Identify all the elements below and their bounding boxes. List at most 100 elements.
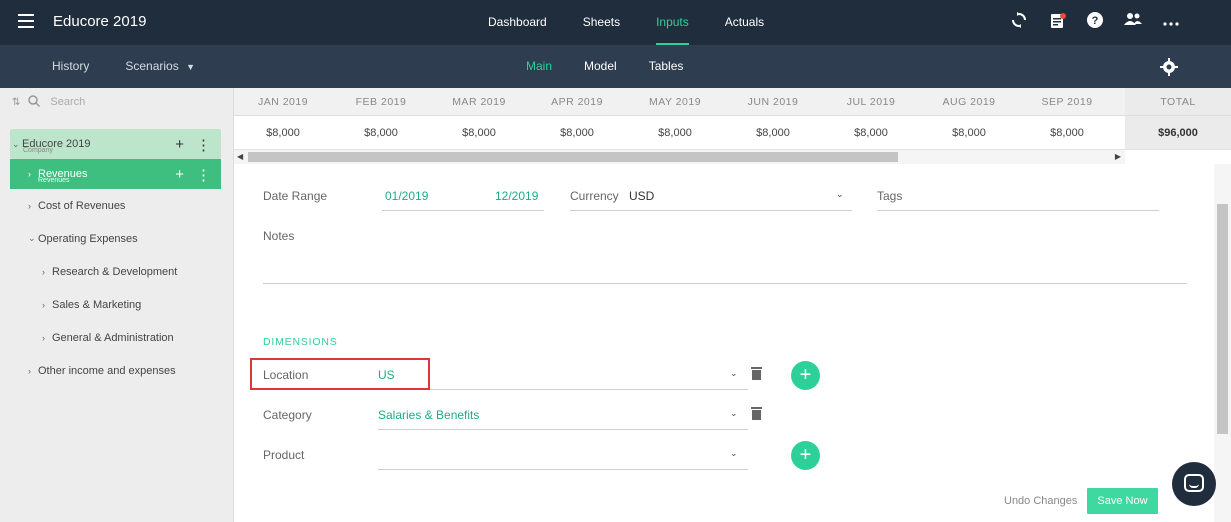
date-to-input[interactable]: 12/2019 bbox=[495, 189, 538, 203]
nav-inputs[interactable]: Inputs bbox=[638, 0, 707, 45]
tree-item-sales-marketing[interactable]: › Sales & Marketing bbox=[0, 288, 233, 321]
divider bbox=[382, 210, 544, 211]
date-range-label: Date Range bbox=[263, 189, 328, 203]
chevron-right-icon[interactable]: › bbox=[28, 366, 38, 376]
tree-item-label: Research & Development bbox=[52, 265, 178, 278]
tree-item-company[interactable]: ⌄ Educore 2019 Company + ⋮ bbox=[10, 129, 221, 159]
tree-item-general-administration[interactable]: › General & Administration bbox=[0, 321, 233, 354]
nav-dashboard[interactable]: Dashboard bbox=[470, 0, 565, 45]
undo-changes-button[interactable]: Undo Changes bbox=[1004, 495, 1077, 507]
scrollbar-thumb[interactable] bbox=[248, 152, 898, 162]
month-value-cell[interactable]: $8,000 bbox=[528, 116, 626, 150]
month-value-cell[interactable]: $8,000 bbox=[822, 116, 920, 150]
month-value-cell[interactable]: $8,000 bbox=[430, 116, 528, 150]
tree-item-label: Other income and expenses bbox=[38, 364, 176, 377]
notification-dot bbox=[1060, 13, 1066, 19]
month-value-cell[interactable]: $8,000 bbox=[234, 116, 332, 150]
month-value-cell[interactable]: $8,000 bbox=[332, 116, 430, 150]
notes-input[interactable] bbox=[263, 283, 1187, 284]
add-icon[interactable]: + bbox=[175, 166, 184, 184]
product-label: Product bbox=[263, 448, 305, 462]
scenarios-label: Scenarios bbox=[125, 59, 179, 73]
month-header: FEB 2019 bbox=[355, 96, 407, 108]
more-icon[interactable] bbox=[1161, 12, 1181, 32]
tree-item-label: Operating Expenses bbox=[38, 232, 138, 245]
tree-item-other-income[interactable]: › Other income and expenses bbox=[0, 354, 233, 387]
help-icon[interactable]: ? bbox=[1085, 12, 1105, 32]
sidebar-search[interactable]: ⇅ Search bbox=[0, 88, 233, 116]
chevron-right-icon[interactable]: › bbox=[42, 300, 52, 310]
month-value-cell[interactable]: $8,000 bbox=[724, 116, 822, 150]
category-select[interactable]: Salaries & Benefits bbox=[378, 408, 479, 422]
dimensions-title: DIMENSIONS bbox=[263, 336, 338, 348]
tree-item-revenues[interactable]: › Revenues Revenues + ⋮ bbox=[10, 159, 221, 189]
sidebar: ⇅ Search ⌄ Educore 2019 Company + ⋮ › Re… bbox=[0, 88, 234, 522]
scroll-left-icon[interactable]: ◀ bbox=[237, 150, 243, 164]
divider bbox=[378, 429, 748, 430]
collapse-expand-icon[interactable]: ⇅ bbox=[12, 97, 20, 108]
chevron-down-icon[interactable]: ⌄ bbox=[12, 139, 22, 150]
chevron-right-icon[interactable]: › bbox=[42, 333, 52, 343]
tags-input[interactable] bbox=[877, 210, 1159, 211]
tree-item-label: Cost of Revenues bbox=[38, 199, 126, 212]
sync-icon[interactable] bbox=[1009, 12, 1029, 32]
nav-sheets[interactable]: Sheets bbox=[565, 0, 638, 45]
month-header: MAR 2019 bbox=[452, 96, 506, 108]
month-header: JUL 2019 bbox=[846, 96, 896, 108]
app-title: Educore 2019 bbox=[53, 13, 147, 30]
chevron-right-icon[interactable]: › bbox=[28, 169, 38, 179]
chevron-down-icon[interactable]: ⌄ bbox=[836, 189, 844, 200]
notes-icon[interactable] bbox=[1047, 12, 1067, 32]
scrollbar-thumb[interactable] bbox=[1217, 204, 1228, 434]
trash-icon[interactable] bbox=[751, 367, 762, 381]
chevron-down-icon[interactable]: ⌄ bbox=[730, 368, 738, 379]
month-header: AUG 2019 bbox=[942, 96, 996, 108]
menu-icon[interactable] bbox=[18, 14, 34, 30]
month-value-cell[interactable]: $8,000 bbox=[626, 116, 724, 150]
nav-actuals[interactable]: Actuals bbox=[707, 0, 782, 45]
chevron-down-icon[interactable]: ⌄ bbox=[730, 408, 738, 419]
search-icon bbox=[28, 94, 41, 110]
vertical-scrollbar[interactable] bbox=[1214, 164, 1231, 522]
horizontal-scrollbar[interactable]: ◀ ▶ bbox=[234, 150, 1125, 164]
notes-label: Notes bbox=[263, 229, 295, 243]
tree-item-research-development[interactable]: › Research & Development bbox=[0, 255, 233, 288]
divider bbox=[378, 469, 748, 470]
scenarios-dropdown[interactable]: Scenarios ▼ bbox=[125, 45, 195, 88]
tab-tables[interactable]: Tables bbox=[633, 45, 700, 88]
month-value-cell[interactable]: $8,000 bbox=[920, 116, 1018, 150]
chevron-right-icon[interactable]: › bbox=[28, 201, 38, 211]
tree-item-operating-expenses[interactable]: ⌄ Operating Expenses bbox=[0, 222, 233, 255]
kebab-icon[interactable]: ⋮ bbox=[196, 166, 211, 184]
gear-icon[interactable] bbox=[1160, 58, 1178, 76]
sub-bar: History Scenarios ▼ Main Model Tables bbox=[0, 45, 1231, 88]
save-now-button[interactable]: Save Now bbox=[1087, 488, 1158, 514]
chat-launcher-button[interactable] bbox=[1172, 462, 1216, 506]
history-link[interactable]: History bbox=[52, 45, 89, 88]
currency-select[interactable]: USD bbox=[629, 189, 654, 203]
highlight-box bbox=[250, 358, 430, 390]
total-value-cell: $96,000 bbox=[1125, 116, 1231, 149]
add-icon[interactable]: + bbox=[175, 136, 184, 154]
tab-model[interactable]: Model bbox=[568, 45, 633, 88]
month-header: JUN 2019 bbox=[747, 96, 799, 108]
search-input[interactable]: Search bbox=[50, 96, 85, 108]
svg-text:?: ? bbox=[1092, 15, 1099, 27]
users-icon[interactable] bbox=[1123, 12, 1143, 32]
chat-icon bbox=[1184, 474, 1204, 492]
kebab-icon[interactable]: ⋮ bbox=[196, 136, 211, 154]
chevron-right-icon[interactable]: › bbox=[42, 267, 52, 277]
add-dimension-button[interactable]: + bbox=[791, 441, 820, 470]
month-value-cell[interactable]: $8,000 bbox=[1018, 116, 1116, 150]
add-dimension-button[interactable]: + bbox=[791, 361, 820, 390]
chevron-down-icon[interactable]: ⌄ bbox=[730, 448, 738, 459]
chevron-down-icon[interactable]: ⌄ bbox=[28, 233, 38, 244]
trash-icon[interactable] bbox=[751, 407, 762, 421]
month-header: APR 2019 bbox=[551, 96, 603, 108]
scroll-right-icon[interactable]: ▶ bbox=[1115, 150, 1121, 164]
date-from-input[interactable]: 01/2019 bbox=[385, 189, 428, 203]
revenues-sublabel: Revenues bbox=[38, 177, 70, 184]
tree-item-cost-of-revenues[interactable]: › Cost of Revenues bbox=[0, 189, 233, 222]
tab-main[interactable]: Main bbox=[510, 45, 568, 88]
divider bbox=[378, 389, 748, 390]
